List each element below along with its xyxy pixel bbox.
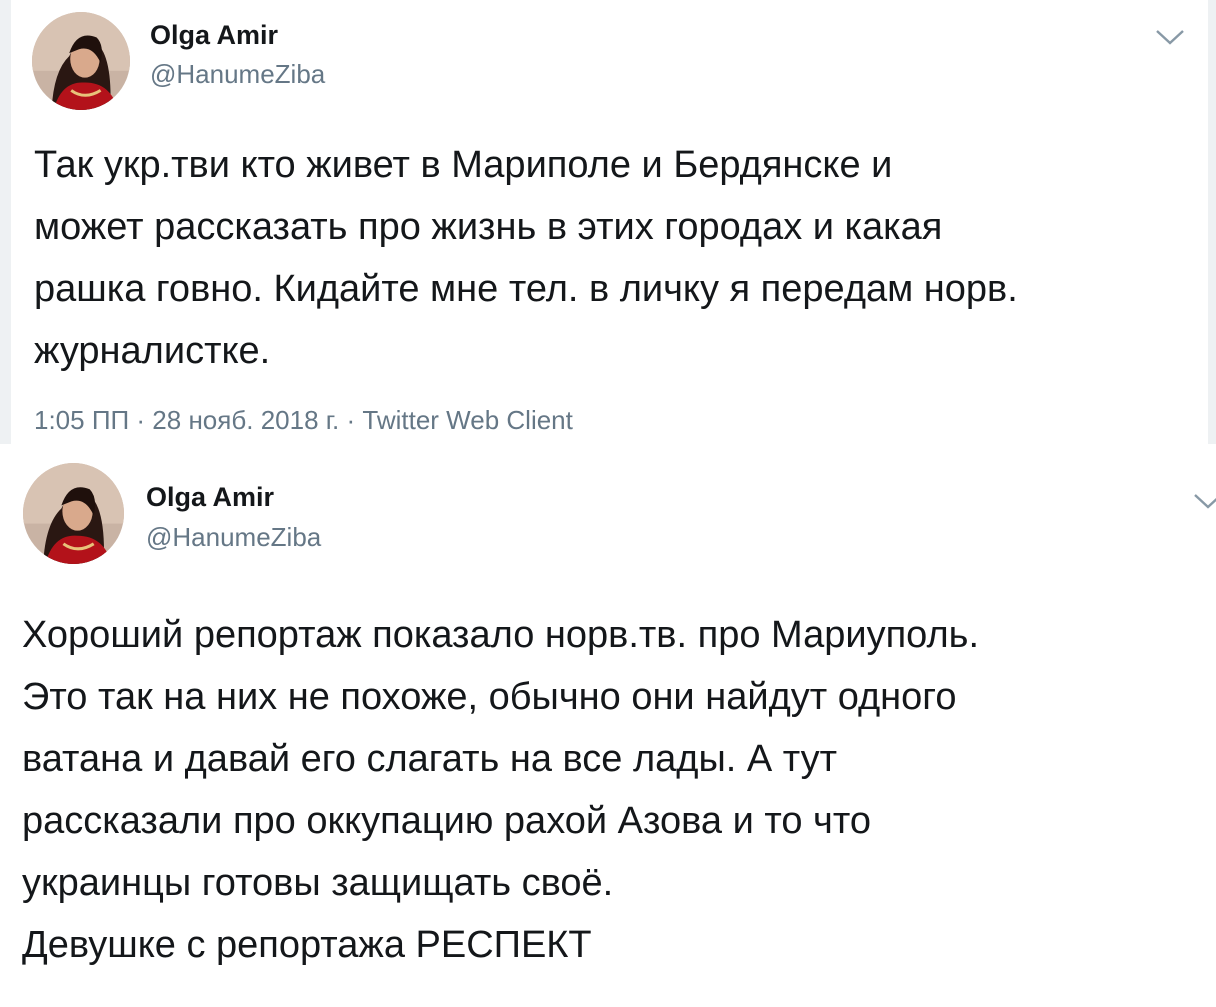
author-name[interactable]: Olga Amir: [146, 482, 274, 513]
avatar[interactable]: [23, 463, 124, 564]
tweet-text: Хороший репортаж показало норв.тв. про М…: [22, 614, 979, 966]
avatar[interactable]: [32, 12, 130, 110]
author-handle[interactable]: @HanumeZiba: [146, 522, 321, 553]
tweet-meta[interactable]: 1:05 ПП · 28 нояб. 2018 г. · Twitter Web…: [34, 405, 573, 436]
profile-photo-icon: [32, 12, 130, 110]
author-handle[interactable]: @HanumeZiba: [150, 59, 325, 90]
tweet-card-2[interactable]: Olga Amir @HanumeZiba Хороший репортаж п…: [0, 444, 1216, 1007]
author-name[interactable]: Olga Amir: [150, 20, 278, 51]
tweet-text: Так укр.тви кто живет в Мариполе и Бердя…: [34, 144, 1018, 372]
tweet-card-1[interactable]: Olga Amir @HanumeZiba Так укр.тви кто жи…: [0, 0, 1216, 444]
chevron-down-icon[interactable]: [1193, 492, 1216, 510]
chevron-down-icon[interactable]: [1155, 28, 1185, 46]
edge-strip: [1208, 0, 1216, 444]
profile-photo-icon: [23, 463, 124, 564]
edge-strip: [0, 0, 11, 444]
